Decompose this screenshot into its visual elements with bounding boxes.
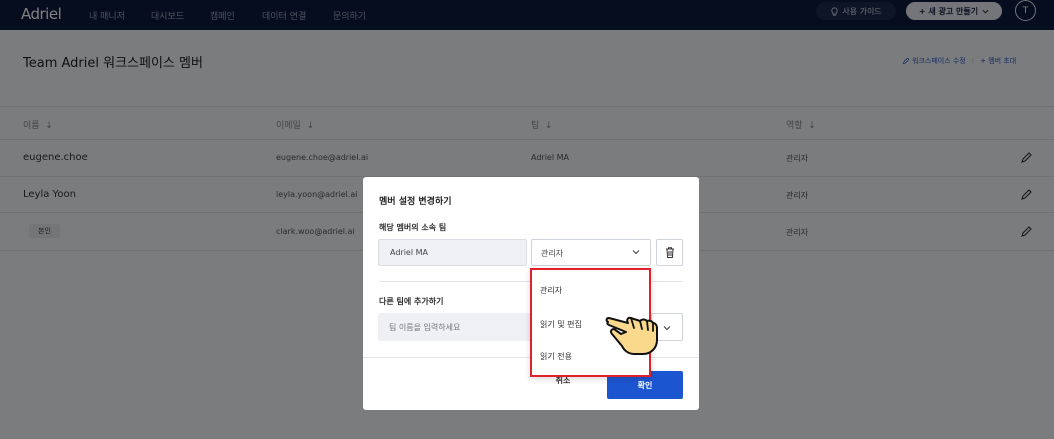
pointing-hand-icon bbox=[605, 316, 658, 355]
team-name-input[interactable] bbox=[378, 313, 548, 341]
role-select-value: 관리자 bbox=[541, 249, 564, 258]
chevron-down-icon bbox=[663, 326, 671, 331]
trash-icon bbox=[666, 247, 674, 258]
remove-team-button[interactable] bbox=[656, 239, 683, 266]
chevron-down-icon bbox=[632, 250, 640, 255]
role-option-read-edit[interactable]: 읽기 및 편집 bbox=[540, 319, 582, 330]
role-option-read-only[interactable]: 읽기 전용 bbox=[540, 351, 572, 362]
cancel-button[interactable]: 취소 bbox=[543, 375, 583, 391]
add-team-label: 다른 팀에 추가하기 bbox=[379, 297, 444, 306]
role-select[interactable]: 관리자 bbox=[531, 239, 651, 266]
modal-title: 멤버 설정 변경하기 bbox=[379, 197, 452, 207]
role-option-admin[interactable]: 관리자 bbox=[540, 285, 562, 296]
team-section-label: 해당 멤버의 소속 팀 bbox=[379, 223, 447, 232]
current-team-field: Adriel MA bbox=[378, 239, 527, 266]
